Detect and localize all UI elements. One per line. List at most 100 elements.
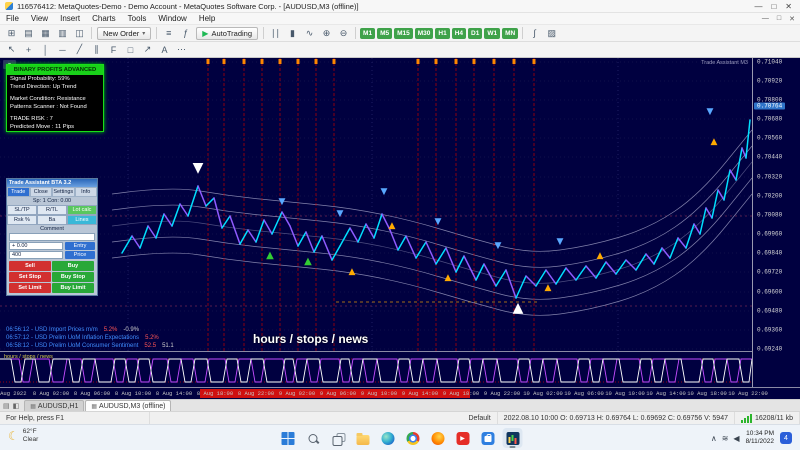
entry-value-input[interactable]: + 0.00 [9,242,63,250]
chart-close-button[interactable]: ✕ [789,15,795,23]
trade-panel-title[interactable]: Trade Assistant BTA 3.2 [7,179,97,187]
new-order-button[interactable]: New Order▾ [97,27,151,40]
timeframe-w1-button[interactable]: W1 [484,28,500,39]
search-button[interactable] [303,428,323,448]
bar-chart-icon[interactable]: ∣∣ [268,27,283,40]
volume-icon[interactable]: ◀ [733,434,739,443]
entry-button[interactable]: Entry [65,242,95,250]
market-watch-icon[interactable]: ▦ [38,27,53,40]
indicators-icon[interactable]: ∫ [527,27,542,40]
metaeditor-icon[interactable]: ≡ [161,27,176,40]
mini-button-lot-calc[interactable]: Lot calc [67,205,97,215]
comment-input[interactable] [9,233,95,241]
chrome-button[interactable] [403,428,423,448]
menu-item-window[interactable]: Window [152,14,192,23]
timeframe-h1-button[interactable]: H1 [435,28,449,39]
chart-restore-button[interactable]: □ [777,15,781,23]
mini-button-rsk-[interactable]: Rsk % [7,215,37,225]
crosshair-icon[interactable]: + [21,43,36,56]
templates-icon[interactable]: ▨ [544,27,559,40]
fibonacci-icon[interactable]: F [106,43,121,56]
price-value-input[interactable]: 400 [9,251,63,259]
autotrading-button[interactable]: ▶AutoTrading [196,27,258,40]
trendline-icon[interactable]: ╱ [72,43,87,56]
set-limit-button[interactable]: Set Limit [9,283,51,293]
store-button[interactable] [478,428,498,448]
weather-widget[interactable]: ☾ 62°F Clear [8,428,38,444]
price-chart[interactable]: ▼▼▲▲▼▲▼▲▼▲▼▲▲▼▲▼▲ [0,58,752,351]
text-tool-icon[interactable]: A [157,43,172,56]
firefox-button[interactable] [428,428,448,448]
subwindow-separator[interactable] [0,351,752,352]
set-stop-button[interactable]: Set Stop [9,272,51,282]
tray-clock[interactable]: 10:34 PM [746,430,774,437]
new-chart-icon[interactable]: ⊞ [4,27,19,40]
price-axis[interactable]: 0.710400.709200.708000.706800.705600.704… [753,58,800,387]
price-button[interactable]: Price [65,251,95,259]
expert-advisors-icon[interactable]: ƒ [178,27,193,40]
minimize-button[interactable]: — [754,2,762,11]
mini-button-r-tl[interactable]: R/TL [37,205,67,215]
candlestick-chart-icon[interactable]: ▮ [285,27,300,40]
time-axis[interactable]: 8 Aug 20228 Aug 02:008 Aug 06:008 Aug 10… [0,388,800,399]
zoom-in-icon[interactable]: ⊕ [319,27,334,40]
timeframe-d1-button[interactable]: D1 [468,28,482,39]
file-explorer-button[interactable] [353,428,373,448]
metatrader-button[interactable] [503,428,523,448]
vertical-line-icon[interactable]: │ [38,43,53,56]
edge-button[interactable] [378,428,398,448]
tab-tile-icon[interactable]: ◧ [13,402,20,410]
zoom-out-icon[interactable]: ⊖ [336,27,351,40]
tab-list-icon[interactable]: ▤ [3,402,10,410]
tray-date[interactable]: 8/11/2022 [746,438,774,445]
hidden-icons-chevron-icon[interactable]: ∧ [711,434,717,443]
close-button[interactable]: ✕ [785,2,792,11]
channel-icon[interactable]: ∥ [89,43,104,56]
cursor-icon[interactable]: ↖ [4,43,19,56]
timeframe-m30-button[interactable]: M30 [415,28,434,39]
line-chart-icon[interactable]: ∿ [302,27,317,40]
sell-button[interactable]: Sell [9,261,51,271]
start-button[interactable] [278,428,298,448]
time-axis-label: 9 Aug 06:00 [320,390,356,397]
profiles-icon[interactable]: ▤ [21,27,36,40]
network-icon[interactable]: ≋ [722,434,729,443]
timeframe-m15-button[interactable]: M15 [394,28,413,39]
buy-button[interactable]: Buy [52,261,94,271]
arrow-tool-icon[interactable]: ↗ [140,43,155,56]
status-profile[interactable]: Default [462,412,497,424]
mini-button-lines[interactable]: Lines [67,215,97,225]
chart-area[interactable]: ▼▼▲▲▼▲▼▲▼▲▼▲▲▼▲▼▲ ▾ Trade Assistant M3 h… [0,58,800,399]
timeframe-m5-button[interactable]: M5 [377,28,392,39]
menu-item-view[interactable]: View [25,14,54,23]
timeframe-m1-button[interactable]: M1 [360,28,375,39]
chart-tab-audusd-m3-offline-[interactable]: ▦AUDUSD,M3 (offline) [85,400,171,411]
trade-panel-tab-close[interactable]: Close [30,187,53,197]
notification-badge[interactable]: 4 [780,432,792,444]
timeframe-h4-button[interactable]: H4 [452,28,466,39]
horizontal-line-icon[interactable]: ─ [55,43,70,56]
mini-button-ba[interactable]: Ba [37,215,67,225]
task-view-button[interactable] [328,428,348,448]
mini-button-sl-tp[interactable]: SL/TP [7,205,37,215]
chart-tab-audusd-h1[interactable]: ▦AUDUSD,H1 [24,400,84,411]
shapes-icon[interactable]: □ [123,43,138,56]
navigator-icon[interactable]: ◫ [72,27,87,40]
chart-minimize-button[interactable]: — [762,15,769,23]
trade-panel-tab-settings[interactable]: Settings [52,187,75,197]
menu-item-charts[interactable]: Charts [86,14,122,23]
buy-stop-button[interactable]: Buy Stop [52,272,94,282]
menu-item-file[interactable]: File [0,14,25,23]
oscillator-subwindow[interactable] [0,352,752,387]
youtube-button[interactable] [453,428,473,448]
menu-item-help[interactable]: Help [193,14,221,23]
trade-panel-tab-info[interactable]: Info [75,187,98,197]
more-tools-icon[interactable]: ⋯ [174,43,189,56]
trade-panel-tab-trade[interactable]: Trade [7,187,30,197]
menu-item-tools[interactable]: Tools [122,14,153,23]
buy-limit-button[interactable]: Buy Limit [52,283,94,293]
menu-item-insert[interactable]: Insert [54,14,86,23]
timeframe-mn-button[interactable]: MN [502,28,518,39]
maximize-button[interactable]: □ [771,2,776,11]
data-window-icon[interactable]: ▥ [55,27,70,40]
